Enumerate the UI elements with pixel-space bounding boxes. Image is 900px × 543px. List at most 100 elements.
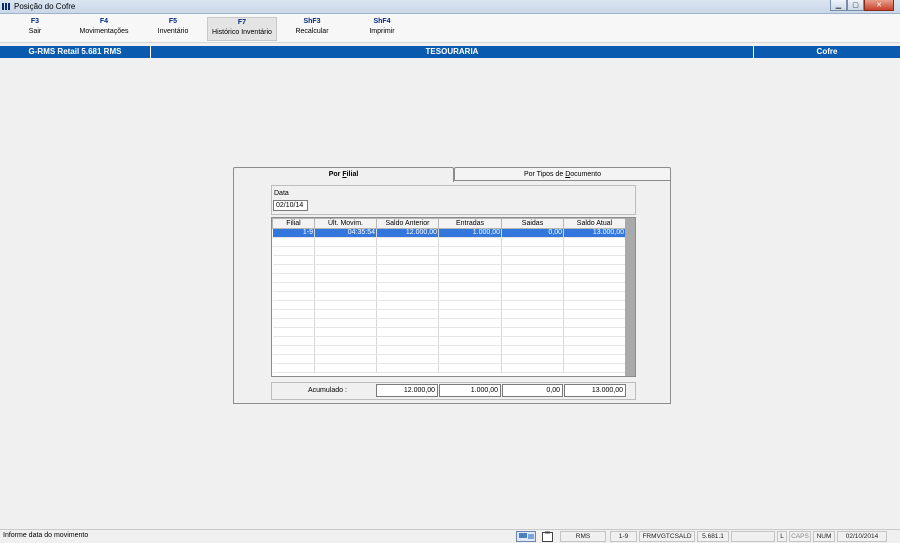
- table-cell: [376, 345, 439, 355]
- historico-inventario-button[interactable]: F7 Histórico Inventário: [207, 17, 277, 41]
- total-saidas: 0,00: [502, 384, 563, 397]
- table-cell: [314, 309, 377, 319]
- module-title: TESOURARIA: [425, 47, 479, 56]
- table-row[interactable]: [272, 264, 626, 274]
- key-label: F5: [168, 18, 178, 25]
- status-empty: [731, 531, 775, 542]
- status-message: Informe data do movimento: [3, 532, 89, 539]
- table-cell: [272, 354, 315, 364]
- title-bar: Posição do Cofre ▁ ▢ ✕: [0, 0, 900, 14]
- close-icon[interactable]: ✕: [864, 0, 894, 11]
- table-cell: [272, 363, 315, 373]
- inventario-button[interactable]: F5 Inventário: [153, 17, 193, 41]
- table-cell: [438, 282, 502, 292]
- key-label: ShF3: [303, 18, 321, 25]
- table-cell: 1-9: [272, 228, 315, 238]
- window-title: Posição do Cofre: [14, 2, 76, 11]
- column-header[interactable]: Entradas: [438, 218, 502, 229]
- grid-header-row: Filial Últ. Movim. Saldo Anterior Entrad…: [272, 218, 626, 229]
- status-filial: 1-9: [610, 531, 637, 542]
- table-cell: 13.000,00: [563, 228, 626, 238]
- date-input[interactable]: 02/10/14: [273, 200, 308, 211]
- table-cell: [438, 345, 502, 355]
- table-cell: [563, 291, 626, 301]
- table-row[interactable]: [272, 273, 626, 283]
- table-row[interactable]: [272, 300, 626, 310]
- sair-button[interactable]: F3 Sair: [24, 17, 46, 41]
- table-row[interactable]: [272, 246, 626, 256]
- status-form-name: FRMVGTCSALD: [639, 531, 695, 542]
- table-cell: [272, 255, 315, 265]
- table-row[interactable]: [272, 309, 626, 319]
- table-row[interactable]: [272, 291, 626, 301]
- table-row[interactable]: 1-9 04:35:54 12.000,00 1.000,00 0,00 13.…: [272, 228, 626, 238]
- table-row[interactable]: [272, 318, 626, 328]
- status-version: 5.681.1: [697, 531, 729, 542]
- table-cell: [501, 363, 564, 373]
- vertical-scrollbar[interactable]: [625, 218, 635, 376]
- table-row[interactable]: [272, 255, 626, 265]
- table-row[interactable]: [272, 327, 626, 337]
- table-cell: [501, 273, 564, 283]
- date-label: Data: [274, 190, 289, 197]
- table-row[interactable]: [272, 363, 626, 373]
- table-cell: [376, 291, 439, 301]
- table-cell: [314, 264, 377, 274]
- grid-table: Filial Últ. Movim. Saldo Anterior Entrad…: [272, 218, 626, 373]
- table-cell: [376, 273, 439, 283]
- clipboard-icon: [542, 531, 553, 542]
- table-cell: [438, 363, 502, 373]
- table-cell: [272, 309, 315, 319]
- total-saldo-atual: 13.000,00: [564, 384, 626, 397]
- header-bar: G-RMS Retail 5.681 RMS TESOURARIA Cofre: [0, 46, 900, 58]
- table-cell: [501, 291, 564, 301]
- table-row[interactable]: [272, 282, 626, 292]
- table-row[interactable]: [272, 345, 626, 355]
- table-cell: [272, 273, 315, 283]
- table-cell: [438, 255, 502, 265]
- column-header[interactable]: Filial: [272, 218, 315, 229]
- key-label: F3: [30, 18, 40, 25]
- key-label: F4: [99, 18, 109, 25]
- column-header[interactable]: Saldo Atual: [563, 218, 626, 229]
- table-cell: [563, 255, 626, 265]
- button-label: Histórico Inventário: [212, 29, 272, 36]
- tab-por-tipos-documento[interactable]: Por Tipos de Documento: [454, 167, 671, 181]
- table-cell: [501, 264, 564, 274]
- button-label: Imprimir: [369, 28, 395, 35]
- app-icon: [2, 3, 12, 10]
- column-header[interactable]: Últ. Movim.: [314, 218, 377, 229]
- table-cell: [501, 345, 564, 355]
- column-header[interactable]: Saldo Anterior: [376, 218, 439, 229]
- table-cell: [501, 309, 564, 319]
- table-cell: [438, 318, 502, 328]
- table-cell: 04:35:54: [314, 228, 377, 238]
- table-cell: [314, 300, 377, 310]
- button-label: Recalcular: [295, 28, 329, 35]
- table-cell: [272, 336, 315, 346]
- table-row[interactable]: [272, 354, 626, 364]
- table-cell: [563, 300, 626, 310]
- table-row[interactable]: [272, 336, 626, 346]
- column-header[interactable]: Saidas: [501, 218, 564, 229]
- filial-grid[interactable]: Filial Últ. Movim. Saldo Anterior Entrad…: [271, 217, 636, 377]
- tab-por-filial[interactable]: Por Filial: [233, 167, 454, 182]
- table-cell: [438, 354, 502, 364]
- table-cell: [314, 345, 377, 355]
- table-cell: 12.000,00: [376, 228, 439, 238]
- imprimir-button[interactable]: ShF4 Imprimir: [362, 17, 402, 41]
- movimentacoes-button[interactable]: F4 Movimentações: [75, 17, 133, 41]
- table-cell: [376, 282, 439, 292]
- table-cell: [438, 273, 502, 283]
- table-cell: [272, 300, 315, 310]
- recalcular-button[interactable]: ShF3 Recalcular: [292, 17, 332, 41]
- table-cell: [563, 237, 626, 247]
- maximize-icon[interactable]: ▢: [847, 0, 864, 11]
- table-cell: [272, 318, 315, 328]
- table-cell: [376, 336, 439, 346]
- minimize-icon[interactable]: ▁: [830, 0, 847, 11]
- table-cell: [376, 255, 439, 265]
- status-caps: CAPS: [789, 531, 811, 542]
- table-cell: [314, 291, 377, 301]
- table-row[interactable]: [272, 237, 626, 247]
